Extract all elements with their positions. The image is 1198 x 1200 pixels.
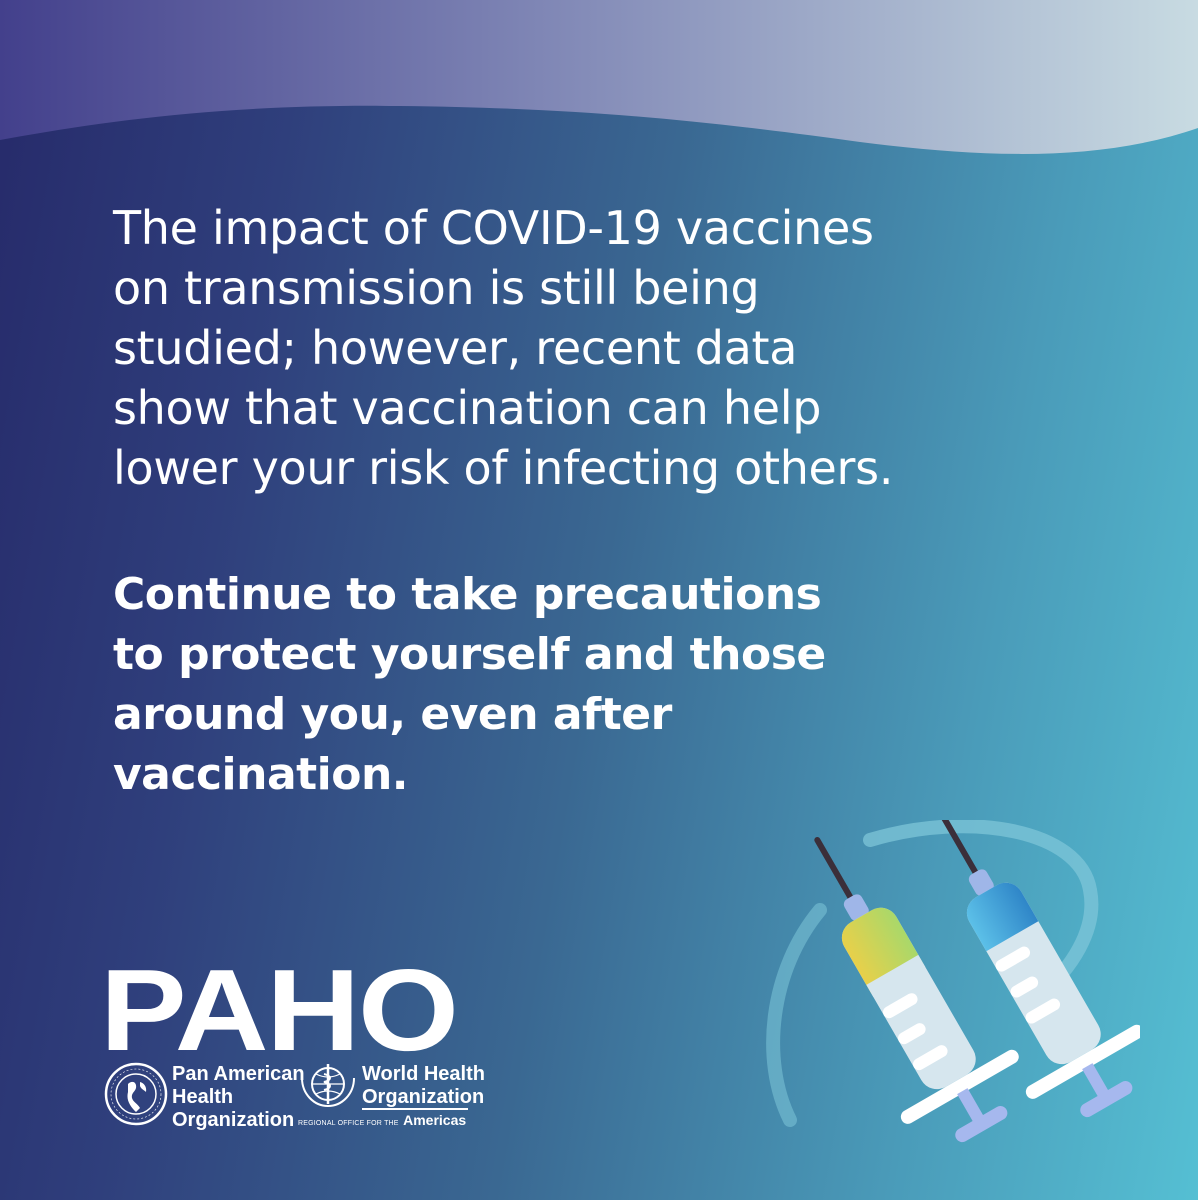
- precautions-callout: Continue to take precautions to protect …: [113, 565, 973, 805]
- body-line: The impact of COVID-19 vaccines: [113, 201, 874, 255]
- who-regional-office: REGIONAL OFFICE FOR THE Americas: [298, 1112, 466, 1130]
- infographic-card: The impact of COVID-19 vaccines on trans…: [0, 0, 1198, 1200]
- top-wave-band: [0, 0, 1198, 154]
- who-org-name: World Health Organization: [362, 1063, 485, 1109]
- cta-line: vaccination.: [113, 749, 409, 800]
- paho-seal-icon: [104, 1062, 168, 1126]
- who-emblem-icon: [301, 1064, 355, 1108]
- vaccine-syringes-icon: [766, 820, 1140, 1143]
- body-line: show that vaccination can help: [113, 381, 822, 435]
- paho-org-line: Pan American: [172, 1063, 305, 1085]
- paho-wordmark: PAHO: [100, 945, 459, 1075]
- transmission-statement: The impact of COVID-19 vaccines on trans…: [113, 198, 1073, 498]
- syringe-yellow: [814, 837, 1019, 1143]
- who-regional-label: REGIONAL OFFICE FOR THE: [298, 1120, 399, 1127]
- paho-org-line: Organization: [172, 1109, 295, 1131]
- who-divider: [362, 1108, 468, 1110]
- who-org-line: World Health: [362, 1063, 485, 1085]
- who-org-line: Organization: [362, 1086, 485, 1108]
- cta-line: Continue to take precautions: [113, 569, 822, 620]
- cta-line: to protect yourself and those: [113, 629, 826, 680]
- paho-org-name: Pan American Health Organization: [172, 1063, 305, 1132]
- who-region-name: Americas: [403, 1112, 467, 1128]
- body-line: studied; however, recent data: [113, 321, 798, 375]
- body-line: on transmission is still being: [113, 261, 760, 315]
- cta-line: around you, even after: [113, 689, 672, 740]
- paho-org-line: Health: [172, 1086, 234, 1108]
- body-line: lower your risk of infecting others.: [113, 441, 894, 495]
